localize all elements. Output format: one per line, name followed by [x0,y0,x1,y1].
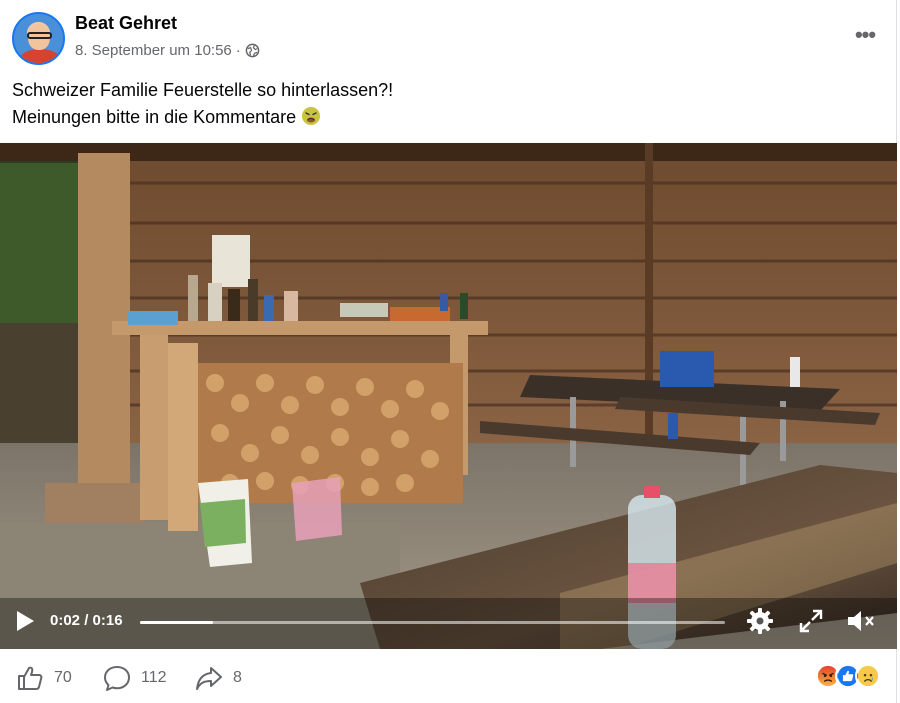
muted-speaker-icon[interactable] [846,608,876,634]
video-controls: 0:02 / 0:16 [0,596,897,649]
sad-icon [855,663,881,689]
post-text-line-2: Meinungen bitte in die Kommentare [12,104,872,131]
post-text: Schweizer Familie Feuerstelle so hinterl… [12,77,872,131]
share-count: 8 [233,669,242,686]
more-options-button[interactable]: ••• [848,18,882,52]
post-header: Beat Gehret 8. September um 10:56 · ••• [12,10,882,66]
comment-bubble-icon [104,666,130,691]
globe-icon [245,43,260,58]
share-arrow-icon [196,667,222,690]
post-timestamp[interactable]: 8. September um 10:56 [75,42,232,59]
fullscreen-icon[interactable] [798,608,824,634]
nauseated-face-emoji-icon [302,107,321,125]
video-time: 0:02 / 0:16 [50,612,123,629]
settings-gear-icon[interactable] [745,606,775,636]
video-progress-bar[interactable] [140,621,725,624]
post-text-line-1: Schweizer Familie Feuerstelle so hinterl… [12,80,394,100]
comment-button[interactable]: 112 [103,664,167,692]
video-player[interactable]: 0:02 / 0:16 [0,143,897,649]
video-progress-fill [140,621,214,624]
thumbs-up-icon [18,666,43,690]
like-count: 70 [54,669,72,686]
reaction-summary[interactable] [815,663,881,689]
comment-count: 112 [141,669,167,686]
video-frame [0,143,897,649]
post-footer: 70 112 8 [0,650,897,703]
post-card: Beat Gehret 8. September um 10:56 · ••• … [0,0,897,703]
play-icon[interactable] [14,609,36,633]
author-avatar[interactable] [12,12,65,65]
like-button[interactable]: 70 [16,664,72,692]
meta-separator: · [235,42,241,59]
author-name[interactable]: Beat Gehret [75,13,177,34]
ellipsis-icon: ••• [854,22,876,47]
share-button[interactable]: 8 [195,664,242,692]
post-meta: 8. September um 10:56 · [75,42,260,59]
post-text-line-2-content: Meinungen bitte in die Kommentare [12,107,297,127]
